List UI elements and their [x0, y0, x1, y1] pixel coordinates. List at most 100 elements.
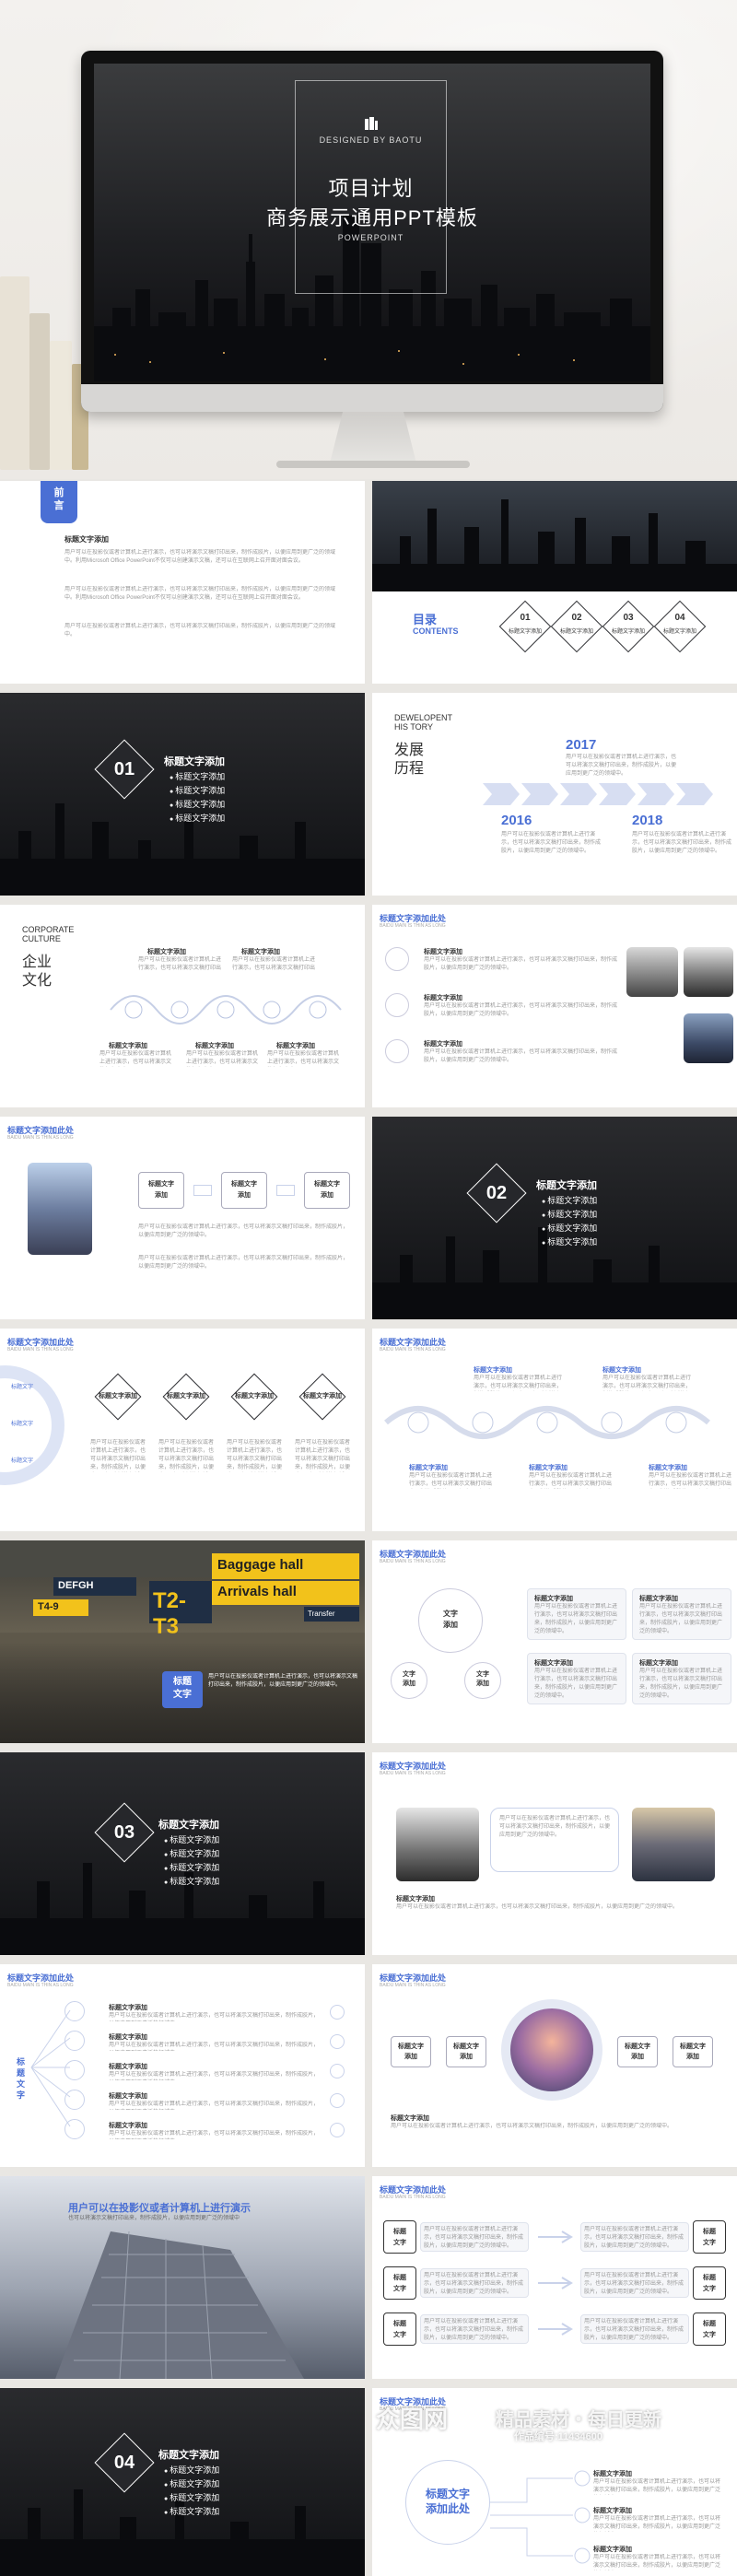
watermark: 众图网 精品素材・每日更新 作品编号:11434600 [357, 2395, 726, 2451]
building-logo-icon [361, 117, 381, 130]
culture-desc-3: 用户可以在投影仪或者计算机上进行演示，也可以将演示文稿打印出来。 [99, 1051, 172, 1065]
slide-culture: CORPORATE CULTURE 企业 文化 标题文字添加 用户可以在投影仪或… [0, 905, 365, 1107]
section04-number: 04 [113, 2453, 135, 2473]
final-title-2: 添加此处 [425, 2502, 470, 2515]
slide-header-sub: BAIDU MAIN IS THIN AS LONG [380, 1983, 446, 1988]
monitor: DESIGNED BY BAOTU 项目计划 商务展示通用PPT模板 POWER… [81, 51, 663, 412]
list-icon [330, 2093, 345, 2108]
section01-bullet-1: 标题文字添加 [170, 770, 225, 785]
terminal-sign: T2-T3 [149, 1581, 212, 1639]
arrow-icon [276, 1185, 295, 1196]
intro-para1: 用户可以在投影仪或者计算机上进行演示，也可以将演示文稿打印出来，制作成胶片，以便… [64, 550, 336, 564]
slide-history: DEWELOPENT HIS TORY 发展 历程 2017 用户可以在投影仪或… [372, 693, 737, 896]
building-title: 用户可以在投影仪或者计算机上进行演示 [68, 2203, 251, 2214]
section03-number: 03 [113, 1822, 135, 1843]
slide-text-circles: 标题文字添加此处 BAIDU MAIN IS THIN AS LONG 文字 添… [372, 1540, 737, 1743]
intro-tag: 前 言 [41, 481, 77, 523]
icon-list-label-1: 标题文字添加 [424, 949, 462, 955]
exchange-arrows-icon [538, 2231, 573, 2336]
slide-section-01: 01 标题文字添加 标题文字添加 标题文字添加 标题文字添加 标题文字添加 [0, 693, 365, 896]
list-icon [330, 2034, 345, 2049]
culture-en2: CULTURE [22, 934, 61, 943]
icon-list-desc-1: 用户可以在投影仪或者计算机上进行演示，也可以将演示文稿打印出来，制作成胶片，以便… [424, 957, 617, 971]
section02-bullet-3: 标题文字添加 [542, 1222, 597, 1236]
watermark-text: 精品素材・每日更新 [496, 2410, 661, 2430]
icon-list-label-2: 标题文字添加 [424, 995, 462, 1001]
slide-wave-timeline: 标题文字添加此处 BAIDU MAIN IS THIN AS LONG 标题文字… [372, 1329, 737, 1531]
section01-bullet-2: 标题文字添加 [170, 784, 225, 799]
culture-en1: CORPORATE [22, 925, 75, 934]
final-title-1: 标题文字 [425, 2488, 470, 2500]
slide-header-sub: BAIDU MAIN IS THIN AS LONG [7, 1347, 74, 1352]
photo-city-gray [684, 947, 733, 997]
history-cn2: 历程 [394, 761, 425, 777]
history-year-2017: 2017 [566, 737, 597, 753]
photo-skyline-gray [396, 1808, 479, 1881]
section01-number: 01 [113, 759, 135, 779]
hero-mockup: DESIGNED BY BAOTU 项目计划 商务展示通用PPT模板 POWER… [0, 0, 737, 479]
toc-item-2[interactable]: 02 标题文字添加 [549, 599, 604, 654]
history-desc-2018: 用户可以在投影仪或者计算机上进行演示，也可以将演示文稿打印出来，制作成胶片，以便… [632, 832, 732, 854]
monitor-chin [81, 384, 663, 412]
slide-header-sub: BAIDU MAIN IS THIN AS LONG [7, 1135, 74, 1141]
slide-section-03: 03 标题文字添加 标题文字添加 标题文字添加 标题文字添加 标题文字添加 [0, 1752, 365, 1955]
section03-bullet-3: 标题文字添加 [164, 1861, 219, 1876]
icon-list-desc-3: 用户可以在投影仪或者计算机上进行演示，也可以将演示文稿打印出来，制作成胶片，以便… [424, 1049, 617, 1063]
section04-bullet-3: 标题文字添加 [164, 2491, 219, 2506]
section03-bullet-1: 标题文字添加 [164, 1833, 219, 1848]
slide-process: 标题文字添加此处 BAIDU MAIN IS THIN AS LONG 标题文字… [0, 1117, 365, 1319]
intro-heading: 标题文字添加 [64, 535, 109, 544]
section02-number: 02 [485, 1183, 508, 1203]
toc-item-1[interactable]: 01 标题文字添加 [497, 599, 553, 654]
gate-number-sign: T4-9 [33, 1599, 88, 1616]
photo-city-color [684, 1013, 733, 1063]
photo-tower [28, 1163, 92, 1255]
toc-city-photo [372, 481, 737, 591]
toc-item-4[interactable]: 04 标题文字添加 [652, 599, 708, 654]
culture-label-2: 标题文字添加 [241, 949, 280, 955]
section01-title: 标题文字添加 [164, 756, 225, 767]
section04-bullet-1: 标题文字添加 [164, 2464, 219, 2478]
compare-right-2 [693, 2266, 726, 2300]
wave-line [384, 1406, 710, 1439]
chat-icon [385, 1039, 409, 1063]
slide-building-photo: 用户可以在投影仪或者计算机上进行演示 也可以将演示文稿打印出来，制作成胶片，以便… [0, 2176, 365, 2379]
designed-by-label: DESIGNED BY BAOTU [319, 135, 423, 145]
slide-tree: 标题文字添加此处 BAIDU MAIN IS THIN AS LONG 标题 文字… [0, 1964, 365, 2167]
slide-center-circle: 标题文字添加此处 BAIDU MAIN IS THIN AS LONG 标题文字… [372, 1964, 737, 2167]
compare-left-3 [383, 2313, 416, 2346]
section01-bullet-3: 标题文字添加 [170, 798, 225, 813]
slide-header-sub: BAIDU MAIN IS THIN AS LONG [7, 1983, 74, 1988]
slide-header-sub: BAIDU MAIN IS THIN AS LONG [380, 1559, 446, 1564]
slide-header-sub: BAIDU MAIN IS THIN AS LONG [380, 1771, 446, 1776]
tree-node-1 [64, 2001, 85, 2021]
transfer-sign: Transfer [304, 1607, 359, 1622]
slide-compare: 标题文字添加此处 BAIDU MAIN IS THIN AS LONG 标题 文… [372, 2176, 737, 2379]
hero-title-line1: 项目计划 [328, 177, 414, 200]
toc-item-3[interactable]: 03 标题文字添加 [601, 599, 656, 654]
section03-bullet-4: 标题文字添加 [164, 1875, 219, 1890]
baggage-sign: Baggage hall [212, 1553, 359, 1579]
list-icon [330, 2005, 345, 2020]
slide-header-sub: BAIDU MAIN IS THIN AS LONG [380, 923, 446, 929]
slide-section-02: 02 标题文字添加 标题文字添加 标题文字添加 标题文字添加 标题文字添加 [372, 1117, 737, 1319]
section03-title: 标题文字添加 [158, 1820, 219, 1831]
document-icon [385, 993, 409, 1017]
culture-wave [110, 995, 342, 1025]
slide-section-04: 04 标题文字添加 标题文字添加 标题文字添加 标题文字添加 标题文字添加 [0, 2388, 365, 2576]
user-icon [385, 947, 409, 971]
slide-toc: 目录 CONTENTS 01 标题文字添加 02 标题文字添加 03 标题文字添… [372, 481, 737, 684]
slide-header-sub: BAIDU MAIN IS THIN AS LONG [380, 1347, 446, 1352]
section03-bullet-2: 标题文字添加 [164, 1847, 219, 1862]
monitor-screen: DESIGNED BY BAOTU 项目计划 商务展示通用PPT模板 POWER… [94, 64, 650, 381]
section02-bullet-4: 标题文字添加 [542, 1235, 597, 1250]
monitor-stand-base [276, 461, 470, 468]
culture-label-5: 标题文字添加 [276, 1043, 315, 1049]
compare-left-1 [383, 2220, 416, 2254]
icon-list-label-3: 标题文字添加 [424, 1041, 462, 1048]
tree-node-4 [64, 2090, 85, 2110]
slide-intro: 前 言 标题文字添加 用户可以在投影仪或者计算机上进行演示，也可以将演示文稿打印… [0, 481, 365, 684]
section04-bullet-2: 标题文字添加 [164, 2477, 219, 2492]
slide-icon-list: 标题文字添加此处 BAIDU MAIN IS THIN AS LONG 标题文字… [372, 905, 737, 1107]
toc-title-en: CONTENTS [413, 626, 459, 636]
